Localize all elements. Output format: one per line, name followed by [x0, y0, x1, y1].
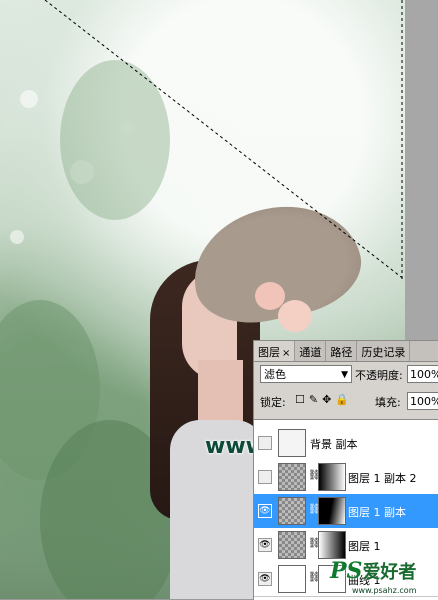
- hat-flower: [278, 300, 312, 332]
- foliage: [60, 60, 170, 220]
- layer-thumbnail: [278, 531, 306, 559]
- logo-url: www.psahz.com: [352, 586, 417, 595]
- layer-thumbnail: [278, 565, 306, 593]
- logo-text: 爱好者: [362, 562, 417, 583]
- layer-mask-thumbnail: [318, 497, 346, 525]
- tab-label: 图层: [258, 346, 280, 359]
- layer-thumbnail: [278, 497, 306, 525]
- canvas-background: [405, 0, 438, 340]
- logo-ps: PS: [330, 558, 363, 584]
- visibility-toggle[interactable]: [258, 470, 272, 484]
- fill-label: 填充:: [375, 396, 401, 409]
- site-logo: PS爱好者: [330, 558, 416, 584]
- blend-row: 滤色 ▼ 不透明度: 100%: [257, 365, 438, 387]
- fill-input[interactable]: 100%: [407, 392, 438, 410]
- eye-icon[interactable]: 👁: [258, 572, 272, 586]
- tab-history[interactable]: 历史记录: [357, 341, 411, 361]
- tab-label: 历史记录: [361, 346, 406, 359]
- tab-layers[interactable]: 图层 ×: [254, 341, 296, 361]
- lock-icon[interactable]: 🔒: [335, 393, 353, 406]
- layer-row[interactable]: 👁 ⛓ 图层 1 副本: [254, 494, 438, 529]
- layer-row[interactable]: 背景 副本: [254, 426, 438, 461]
- opacity-label: 不透明度:: [355, 369, 403, 382]
- layer-thumbnail: [278, 463, 306, 491]
- panel-tabs: 图层 × 通道 路径 历史记录: [254, 341, 438, 362]
- tab-channels[interactable]: 通道: [295, 341, 327, 361]
- tab-label: 路径: [330, 346, 353, 359]
- blend-mode-select[interactable]: 滤色 ▼: [260, 365, 352, 383]
- tab-paths[interactable]: 路径: [326, 341, 358, 361]
- layer-name: 图层 1 副本: [348, 506, 406, 519]
- move-icon[interactable]: ✥: [322, 393, 335, 406]
- close-icon[interactable]: ×: [282, 348, 290, 359]
- lock-icons: ☐✎✥🔒: [295, 393, 353, 406]
- brush-icon[interactable]: ✎: [309, 393, 322, 406]
- layer-name: 图层 1: [348, 540, 381, 553]
- eye-icon[interactable]: 👁: [258, 538, 272, 552]
- visibility-toggle[interactable]: [258, 436, 272, 450]
- opacity-input[interactable]: 100%: [407, 365, 438, 383]
- layer-name: 图层 1 副本 2: [348, 472, 417, 485]
- eye-icon[interactable]: 👁: [258, 504, 272, 518]
- lock-row: 锁定: ☐✎✥🔒 填充: 100%: [257, 391, 438, 411]
- layer-thumbnail: [278, 429, 306, 457]
- lock-label: 锁定:: [260, 396, 286, 409]
- layer-mask-thumbnail: [318, 463, 346, 491]
- layer-name: 背景 副本: [310, 438, 358, 451]
- layer-mask-thumbnail: [318, 531, 346, 559]
- dropdown-arrow-icon: ▼: [341, 370, 348, 380]
- tab-label: 通道: [299, 346, 322, 359]
- layer-row[interactable]: ⛓ 图层 1 副本 2: [254, 460, 438, 495]
- lock-transparent-icon[interactable]: ☐: [295, 393, 309, 406]
- bokeh-light: [20, 90, 38, 108]
- blend-mode-value: 滤色: [264, 368, 286, 381]
- bokeh-light: [10, 230, 24, 244]
